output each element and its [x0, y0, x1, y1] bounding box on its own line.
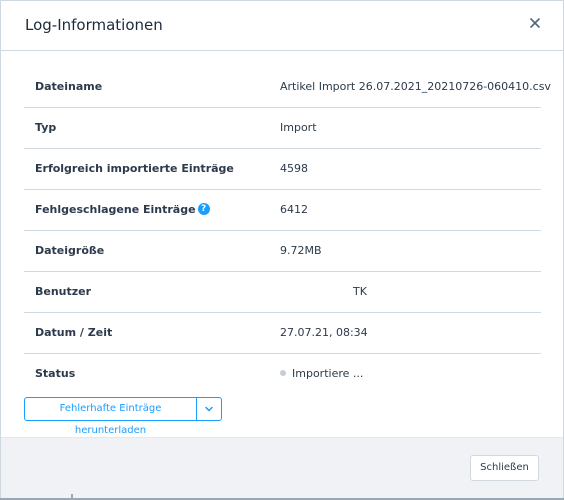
row-label: Dateiname [35, 80, 103, 93]
row-user: Benutzer TK [24, 272, 541, 313]
download-options-dropdown[interactable] [196, 397, 222, 421]
row-value: Import [280, 121, 317, 134]
row-label: Datum / Zeit [35, 326, 113, 339]
help-icon[interactable]: ? [197, 203, 210, 215]
row-label: Benutzer [35, 285, 92, 298]
download-failed-entries-button[interactable]: Fehlerhafte Einträge herunterladen [24, 397, 197, 436]
row-label: Typ [35, 121, 57, 134]
row-label: Erfolgreich importierte Einträge [35, 162, 234, 175]
window-edge-notch [71, 494, 73, 500]
row-label: Dateigröße [35, 244, 105, 257]
row-filesize: Dateigröße 9.72MB [24, 231, 541, 272]
download-button-group: Fehlerhafte Einträge herunterladen [24, 397, 222, 436]
row-value: 27.07.21, 08:34 [280, 326, 368, 339]
modal-footer: Schließen [1, 437, 563, 499]
modal-title: Log-Informationen [25, 16, 163, 34]
row-value-group: Importiere ... [280, 367, 363, 380]
row-label-group: Fehlgeschlagene Einträge? [35, 203, 210, 216]
row-value: TK [353, 285, 367, 298]
row-value: 4598 [280, 162, 308, 175]
row-type: Typ Import [24, 108, 541, 149]
row-label: Status [35, 367, 76, 380]
log-info-modal: Log-Informationen Dateiname Artikel Impo… [0, 0, 564, 500]
status-text: Importiere ... [292, 367, 364, 380]
info-table: Dateiname Artikel Import 26.07.2021_2021… [24, 67, 551, 394]
row-imported: Erfolgreich importierte Einträge 4598 [24, 149, 541, 190]
row-value: Artikel Import 26.07.2021_20210726-06041… [280, 80, 551, 93]
close-button[interactable]: Schließen [470, 455, 539, 481]
row-status: Status Importiere ... [24, 354, 541, 394]
row-filename: Dateiname Artikel Import 26.07.2021_2021… [24, 67, 551, 108]
row-label: Fehlgeschlagene Einträge [35, 203, 196, 216]
row-datetime: Datum / Zeit 27.07.21, 08:34 [24, 313, 541, 354]
chevron-down-icon [205, 406, 213, 412]
close-icon[interactable] [527, 15, 543, 31]
modal-header: Log-Informationen [1, 1, 563, 51]
row-value: 9.72MB [280, 244, 322, 257]
status-dot-icon [280, 370, 286, 376]
row-failed: Fehlgeschlagene Einträge? 6412 [24, 190, 541, 231]
row-value: 6412 [280, 203, 308, 216]
